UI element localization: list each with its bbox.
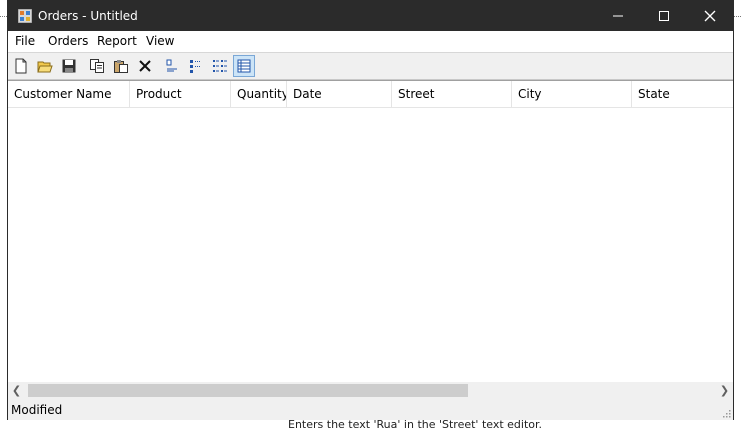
horizontal-scrollbar[interactable]: ❮ ❯ xyxy=(8,382,733,399)
chevron-right-icon: ❯ xyxy=(719,384,730,397)
details-view-icon xyxy=(237,59,251,73)
app-icon xyxy=(18,9,32,23)
minimize-button[interactable] xyxy=(595,1,641,31)
save-icon xyxy=(62,59,76,73)
copy-icon xyxy=(90,59,104,73)
list-view-icon xyxy=(213,60,227,72)
orders-window: Orders - Untitled File Orders Report Vie… xyxy=(7,0,734,420)
copy-button[interactable] xyxy=(86,55,108,77)
new-file-icon xyxy=(15,58,27,74)
close-icon xyxy=(704,10,716,22)
menu-orders[interactable]: Orders xyxy=(48,34,88,48)
menu-bar: File Orders Report View xyxy=(8,31,733,53)
menu-view[interactable]: View xyxy=(146,34,174,48)
status-text: Modified xyxy=(11,403,63,417)
menu-file[interactable]: File xyxy=(15,34,35,48)
minimize-icon xyxy=(613,15,623,17)
menu-report[interactable]: Report xyxy=(97,34,137,48)
toolbar xyxy=(8,53,733,80)
column-header-row: Customer Name Product Quantity Date Stre… xyxy=(8,81,733,108)
column-header-street[interactable]: Street xyxy=(392,81,512,107)
chevron-left-icon: ❮ xyxy=(11,384,22,397)
column-header-quantity[interactable]: Quantity xyxy=(231,81,287,107)
orders-grid[interactable]: Customer Name Product Quantity Date Stre… xyxy=(8,80,733,400)
delete-button[interactable] xyxy=(134,55,156,77)
column-header-city[interactable]: City xyxy=(512,81,632,107)
save-button[interactable] xyxy=(58,55,80,77)
column-header-customer-name[interactable]: Customer Name xyxy=(8,81,130,107)
status-bar: Modified xyxy=(8,399,733,420)
scroll-left-button[interactable]: ❮ xyxy=(8,382,25,399)
delete-icon xyxy=(139,60,151,72)
large-icons-view-icon xyxy=(166,59,177,72)
open-button[interactable] xyxy=(34,55,56,77)
column-header-date[interactable]: Date xyxy=(287,81,392,107)
scroll-right-button[interactable]: ❯ xyxy=(716,382,733,399)
paste-icon xyxy=(114,60,128,73)
step-caption: Enters the text 'Rua' in the 'Street' te… xyxy=(288,418,543,431)
title-bar: Orders - Untitled xyxy=(8,1,733,31)
column-header-state[interactable]: State xyxy=(632,81,733,107)
open-folder-icon xyxy=(37,61,53,73)
background-dotted-line xyxy=(0,16,7,17)
column-header-product[interactable]: Product xyxy=(130,81,231,107)
small-icons-view-icon xyxy=(190,60,201,73)
details-button[interactable] xyxy=(233,55,255,77)
maximize-button[interactable] xyxy=(641,1,687,31)
scrollbar-thumb[interactable] xyxy=(28,384,468,397)
large-icons-button[interactable] xyxy=(161,55,183,77)
list-button[interactable] xyxy=(209,55,231,77)
paste-button[interactable] xyxy=(110,55,132,77)
resize-grip-icon[interactable] xyxy=(721,408,731,418)
window-title: Orders - Untitled xyxy=(38,9,138,23)
background-dotted-line xyxy=(734,16,741,17)
maximize-icon xyxy=(659,11,669,21)
small-icons-button[interactable] xyxy=(185,55,207,77)
close-button[interactable] xyxy=(687,1,733,31)
new-button[interactable] xyxy=(10,55,32,77)
